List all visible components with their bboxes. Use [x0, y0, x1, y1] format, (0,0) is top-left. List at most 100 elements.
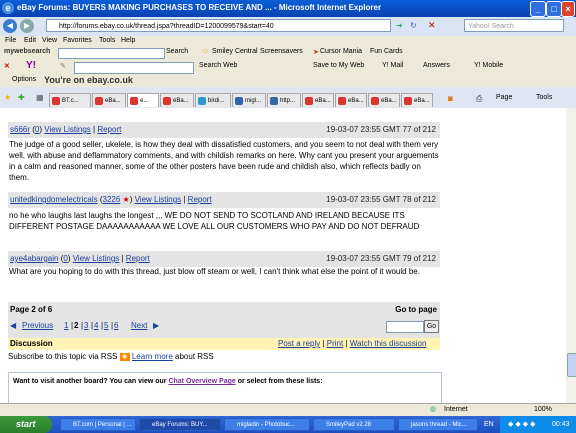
- address-input[interactable]: http://forums.ebay.co.uk/thread.jspa?thr…: [46, 19, 391, 32]
- previous-link[interactable]: Previous: [22, 321, 53, 330]
- stop-icon[interactable]: ✕: [428, 20, 436, 31]
- mywebsearch-input[interactable]: [58, 48, 165, 59]
- menu-view[interactable]: View: [42, 37, 57, 44]
- tab-3[interactable]: eBa...: [160, 93, 194, 107]
- goto-page-input[interactable]: [386, 321, 424, 333]
- menu-file[interactable]: File: [5, 37, 16, 44]
- page-link-5[interactable]: 5: [104, 321, 108, 330]
- go-icon[interactable]: ➜: [396, 21, 403, 30]
- smiley-central-link[interactable]: Smiley Central: [212, 48, 258, 55]
- taskbar-item-word[interactable]: jasons thread - Mic...: [398, 418, 478, 431]
- screensavers-link[interactable]: Screensavers: [260, 48, 303, 55]
- clock: 00:43: [552, 421, 570, 428]
- yahoo-web-search-input[interactable]: [74, 62, 194, 74]
- chat-overview-link[interactable]: Chat Overview Page: [168, 378, 235, 385]
- go-button[interactable]: Go: [424, 320, 439, 333]
- menu-favorites[interactable]: Favorites: [63, 37, 92, 44]
- tab-favicon: [95, 97, 103, 105]
- yahoo-mail-button[interactable]: Y! Mail: [382, 62, 403, 69]
- report-link[interactable]: Report: [126, 254, 150, 263]
- fun-cards-link[interactable]: Fun Cards: [370, 48, 403, 55]
- answers-button[interactable]: Answers: [423, 62, 450, 69]
- post-body: The judge of a good seller, ukelele, is …: [9, 140, 439, 182]
- taskbar-item-smileypad[interactable]: SmileyPad v2.28: [313, 418, 395, 431]
- tab-2[interactable]: e...: [127, 93, 159, 107]
- forward-icon[interactable]: ▶: [20, 19, 34, 33]
- page-menu[interactable]: Page: [496, 94, 512, 101]
- smiley-icon: ☺: [202, 48, 210, 55]
- print-link[interactable]: Print: [327, 339, 343, 348]
- next-link[interactable]: Next: [131, 321, 147, 330]
- vertical-scrollbar[interactable]: [566, 108, 576, 411]
- tools-menu[interactable]: Tools: [536, 94, 552, 101]
- save-to-my-web-button[interactable]: Save to My Web: [313, 62, 364, 69]
- tab-5[interactable]: migl...: [232, 93, 266, 107]
- next-arrow-icon[interactable]: ▶: [153, 321, 159, 330]
- rss-feed-icon[interactable]: ◉: [119, 352, 130, 361]
- feedback-score[interactable]: 3226: [103, 195, 121, 204]
- back-icon[interactable]: ◀: [3, 19, 17, 33]
- tab-9[interactable]: eBa...: [368, 93, 400, 107]
- post-username[interactable]: unitedkingdomelectricals: [10, 195, 98, 204]
- pencil-icon[interactable]: ✎: [60, 62, 66, 70]
- minimize-button[interactable]: _: [530, 1, 546, 17]
- report-link[interactable]: Report: [97, 125, 121, 134]
- refresh-icon[interactable]: ↻: [410, 21, 417, 30]
- post-header: aye4abargain (0) View Listings | Report …: [8, 251, 440, 267]
- cursor-icon: ➤: [313, 49, 319, 56]
- language-indicator[interactable]: EN: [484, 421, 494, 428]
- cursor-mania-link[interactable]: Cursor Mania: [320, 48, 362, 55]
- tab-6[interactable]: http...: [267, 93, 301, 107]
- page-link-3[interactable]: 3: [84, 321, 88, 330]
- scrollbar-thumb[interactable]: [567, 353, 576, 377]
- menu-edit[interactable]: Edit: [24, 37, 36, 44]
- tab-0[interactable]: BT.c...: [49, 93, 91, 107]
- menu-help[interactable]: Help: [121, 37, 135, 44]
- feedback-score[interactable]: 0: [35, 125, 39, 134]
- watch-discussion-link[interactable]: Watch this discussion: [350, 339, 427, 348]
- previous-arrow-icon[interactable]: ◀: [10, 321, 16, 330]
- tab-favicon: [371, 97, 379, 105]
- report-link[interactable]: Report: [188, 195, 212, 204]
- rss-icon[interactable]: ◙: [448, 94, 453, 103]
- page-link-1[interactable]: 1: [64, 321, 68, 330]
- options-button[interactable]: Options: [12, 76, 36, 83]
- yahoo-close-icon[interactable]: ✕: [4, 62, 10, 70]
- tray-icons[interactable]: ◆ ◆ ◆ ◆: [508, 420, 535, 428]
- learn-more-link[interactable]: Learn more: [132, 352, 173, 361]
- page-link-4[interactable]: 4: [94, 321, 98, 330]
- post-username[interactable]: s666r: [10, 125, 30, 134]
- mywebsearch-search-button[interactable]: Search: [166, 48, 188, 55]
- view-listings-link[interactable]: View Listings: [44, 125, 91, 134]
- post-reply-link[interactable]: Post a reply: [278, 339, 320, 348]
- post-body: no he who laughs last laughs the longest…: [9, 211, 420, 231]
- tab-10[interactable]: eBa...: [401, 93, 433, 107]
- search-web-button[interactable]: Search Web: [199, 62, 237, 69]
- pager: Page 2 of 6 Go to page ◀ Previous 1 | 2 …: [8, 302, 440, 340]
- post-header: unitedkingdomelectricals (3226 ★) View L…: [8, 192, 440, 208]
- yahoo-search-input[interactable]: Yahoo! Search: [464, 19, 564, 32]
- page-link-6[interactable]: 6: [114, 321, 118, 330]
- print-icon[interactable]: ⎙: [476, 94, 482, 104]
- add-favorite-icon[interactable]: ✚: [18, 93, 25, 102]
- menu-tools[interactable]: Tools: [99, 37, 115, 44]
- feedback-score[interactable]: 0: [63, 254, 67, 263]
- tab-1[interactable]: eBa...: [92, 93, 126, 107]
- taskbar-item-ebay[interactable]: eBay Forums: BUY...: [139, 418, 221, 431]
- tab-4[interactable]: birdi...: [195, 93, 231, 107]
- favorites-star-icon[interactable]: ★: [4, 93, 11, 102]
- zoom-level[interactable]: 100%: [534, 406, 552, 413]
- tab-7[interactable]: eBa...: [302, 93, 334, 107]
- yahoo-mobile-button[interactable]: Y! Mobile: [474, 62, 503, 69]
- maximize-button[interactable]: □: [546, 1, 562, 17]
- post-username[interactable]: aye4abargain: [10, 254, 58, 263]
- start-button[interactable]: start: [0, 416, 52, 433]
- view-listings-link[interactable]: View Listings: [73, 254, 120, 263]
- tab-8[interactable]: eBa...: [335, 93, 367, 107]
- close-button[interactable]: ×: [561, 1, 575, 17]
- taskbar-item-photobucket[interactable]: migladin - Photobuc...: [224, 418, 310, 431]
- view-listings-link[interactable]: View Listings: [135, 195, 182, 204]
- taskbar-item-bt[interactable]: BT.com | Personal | ...: [60, 418, 136, 431]
- tab-list-icon[interactable]: ▦: [36, 93, 44, 102]
- discussion-title: Discussion: [10, 339, 53, 348]
